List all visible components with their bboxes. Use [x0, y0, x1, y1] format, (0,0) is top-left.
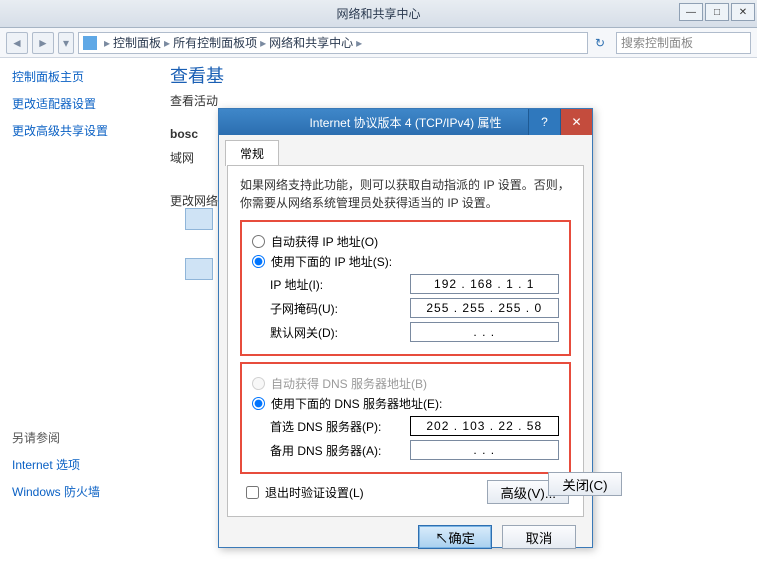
network-icon: [185, 208, 213, 230]
dialog-title: Internet 协议版本 4 (TCP/IPv4) 属性: [309, 114, 501, 131]
background-labels: 查看活动 bosc 域网 更改网络: [170, 92, 218, 217]
refresh-button[interactable]: ↻: [592, 36, 608, 50]
radio-manual-dns[interactable]: [252, 397, 265, 410]
dialog-tabstrip: 常规: [219, 139, 592, 165]
search-input[interactable]: 搜索控制面板: [616, 32, 751, 54]
search-placeholder: 搜索控制面板: [621, 34, 693, 51]
ip-address-label: IP 地址(I):: [270, 276, 410, 293]
nav-change-adapter[interactable]: 更改适配器设置: [12, 95, 152, 112]
default-gateway-label: 默认网关(D):: [270, 324, 410, 341]
bg-bosc-label: bosc: [170, 127, 218, 141]
dialog-footer: ↖确定 取消: [219, 525, 592, 561]
parent-window-titlebar: 网络和共享中心 — □ ✕: [0, 0, 757, 28]
nav-forward-button[interactable]: ►: [32, 32, 54, 54]
cursor-icon: ↖: [435, 531, 448, 546]
breadcrumb-sep: ▸: [101, 36, 113, 50]
nav-windows-firewall[interactable]: Windows 防火墙: [12, 483, 152, 500]
dialog-body: 如果网络支持此功能，则可以获取自动指派的 IP 设置。否则，你需要从网络系统管理…: [227, 165, 584, 517]
ip-address-input[interactable]: 192 . 168 . 1 . 1: [410, 274, 559, 294]
radio-manual-ip[interactable]: [252, 255, 265, 268]
left-nav: 控制面板主页 更改适配器设置 更改高级共享设置 另请参阅 Internet 选项…: [12, 68, 152, 510]
maximize-button[interactable]: □: [705, 3, 729, 21]
nav-internet-options[interactable]: Internet 选项: [12, 456, 152, 473]
network-icon: [185, 258, 213, 280]
radio-auto-ip[interactable]: [252, 235, 265, 248]
ok-button-label: 确定: [448, 531, 475, 546]
dialog-titlebar: Internet 协议版本 4 (TCP/IPv4) 属性 ? ✕: [219, 109, 592, 135]
subnet-mask-input[interactable]: 255 . 255 . 255 . 0: [410, 298, 559, 318]
network-icons-column: [185, 208, 213, 308]
minimize-button[interactable]: —: [679, 3, 703, 21]
radio-auto-dns: [252, 377, 265, 390]
radio-auto-ip-label: 自动获得 IP 地址(O): [271, 233, 378, 250]
nav-advanced-sharing[interactable]: 更改高级共享设置: [12, 122, 152, 139]
validate-on-exit-checkbox[interactable]: [246, 486, 259, 499]
breadcrumb-seg-control-panel[interactable]: 控制面板: [113, 34, 161, 51]
nav-control-panel-home[interactable]: 控制面板主页: [12, 68, 152, 85]
parent-window-title: 网络和共享中心: [336, 5, 420, 22]
ok-button[interactable]: ↖确定: [418, 525, 492, 549]
subnet-mask-label: 子网掩码(U):: [270, 300, 410, 317]
cancel-button[interactable]: 取消: [502, 525, 576, 549]
nav-back-button[interactable]: ◄: [6, 32, 28, 54]
breadcrumb-sep: ▸: [353, 36, 365, 50]
validate-on-exit-label: 退出时验证设置(L): [265, 484, 364, 501]
tab-general[interactable]: 常规: [225, 140, 279, 166]
dialog-close-button[interactable]: ✕: [560, 109, 592, 135]
breadcrumb-sep: ▸: [257, 36, 269, 50]
breadcrumb-seg-network-center[interactable]: 网络和共享中心: [269, 34, 353, 51]
ipv4-properties-dialog: Internet 协议版本 4 (TCP/IPv4) 属性 ? ✕ 常规 如果网…: [218, 108, 593, 548]
ip-settings-group: 自动获得 IP 地址(O) 使用下面的 IP 地址(S): IP 地址(I): …: [240, 220, 571, 356]
default-gateway-input[interactable]: . . .: [410, 322, 559, 342]
page-heading-partial: 查看基: [170, 62, 224, 88]
dns-settings-group: 自动获得 DNS 服务器地址(B) 使用下面的 DNS 服务器地址(E): 首选…: [240, 362, 571, 474]
radio-manual-ip-label: 使用下面的 IP 地址(S):: [271, 253, 392, 270]
breadcrumb[interactable]: ▸ 控制面板 ▸ 所有控制面板项 ▸ 网络和共享中心 ▸: [78, 32, 588, 54]
alternate-dns-label: 备用 DNS 服务器(A):: [270, 442, 410, 459]
control-panel-icon: [83, 36, 97, 50]
dialog-description: 如果网络支持此功能，则可以获取自动指派的 IP 设置。否则，你需要从网络系统管理…: [240, 176, 571, 212]
preferred-dns-input[interactable]: 202 . 103 . 22 . 58: [410, 416, 559, 436]
behind-close-button[interactable]: 关闭(C): [548, 472, 622, 496]
bg-change-net-label: 更改网络: [170, 192, 218, 209]
alternate-dns-input[interactable]: . . .: [410, 440, 559, 460]
breadcrumb-sep: ▸: [161, 36, 173, 50]
dialog-help-button[interactable]: ?: [528, 109, 560, 135]
nav-dropdown-button[interactable]: ▾: [58, 32, 74, 54]
close-button[interactable]: ✕: [731, 3, 755, 21]
radio-auto-dns-label: 自动获得 DNS 服务器地址(B): [271, 375, 427, 392]
radio-manual-dns-label: 使用下面的 DNS 服务器地址(E):: [271, 395, 442, 412]
preferred-dns-label: 首选 DNS 服务器(P):: [270, 418, 410, 435]
bg-domain-label: 域网: [170, 149, 218, 166]
breadcrumb-seg-all-items[interactable]: 所有控制面板项: [173, 34, 257, 51]
navigation-toolbar: ◄ ► ▾ ▸ 控制面板 ▸ 所有控制面板项 ▸ 网络和共享中心 ▸ ↻ 搜索控…: [0, 28, 757, 58]
see-also-header: 另请参阅: [12, 429, 152, 446]
bg-active-label: 查看活动: [170, 92, 218, 109]
